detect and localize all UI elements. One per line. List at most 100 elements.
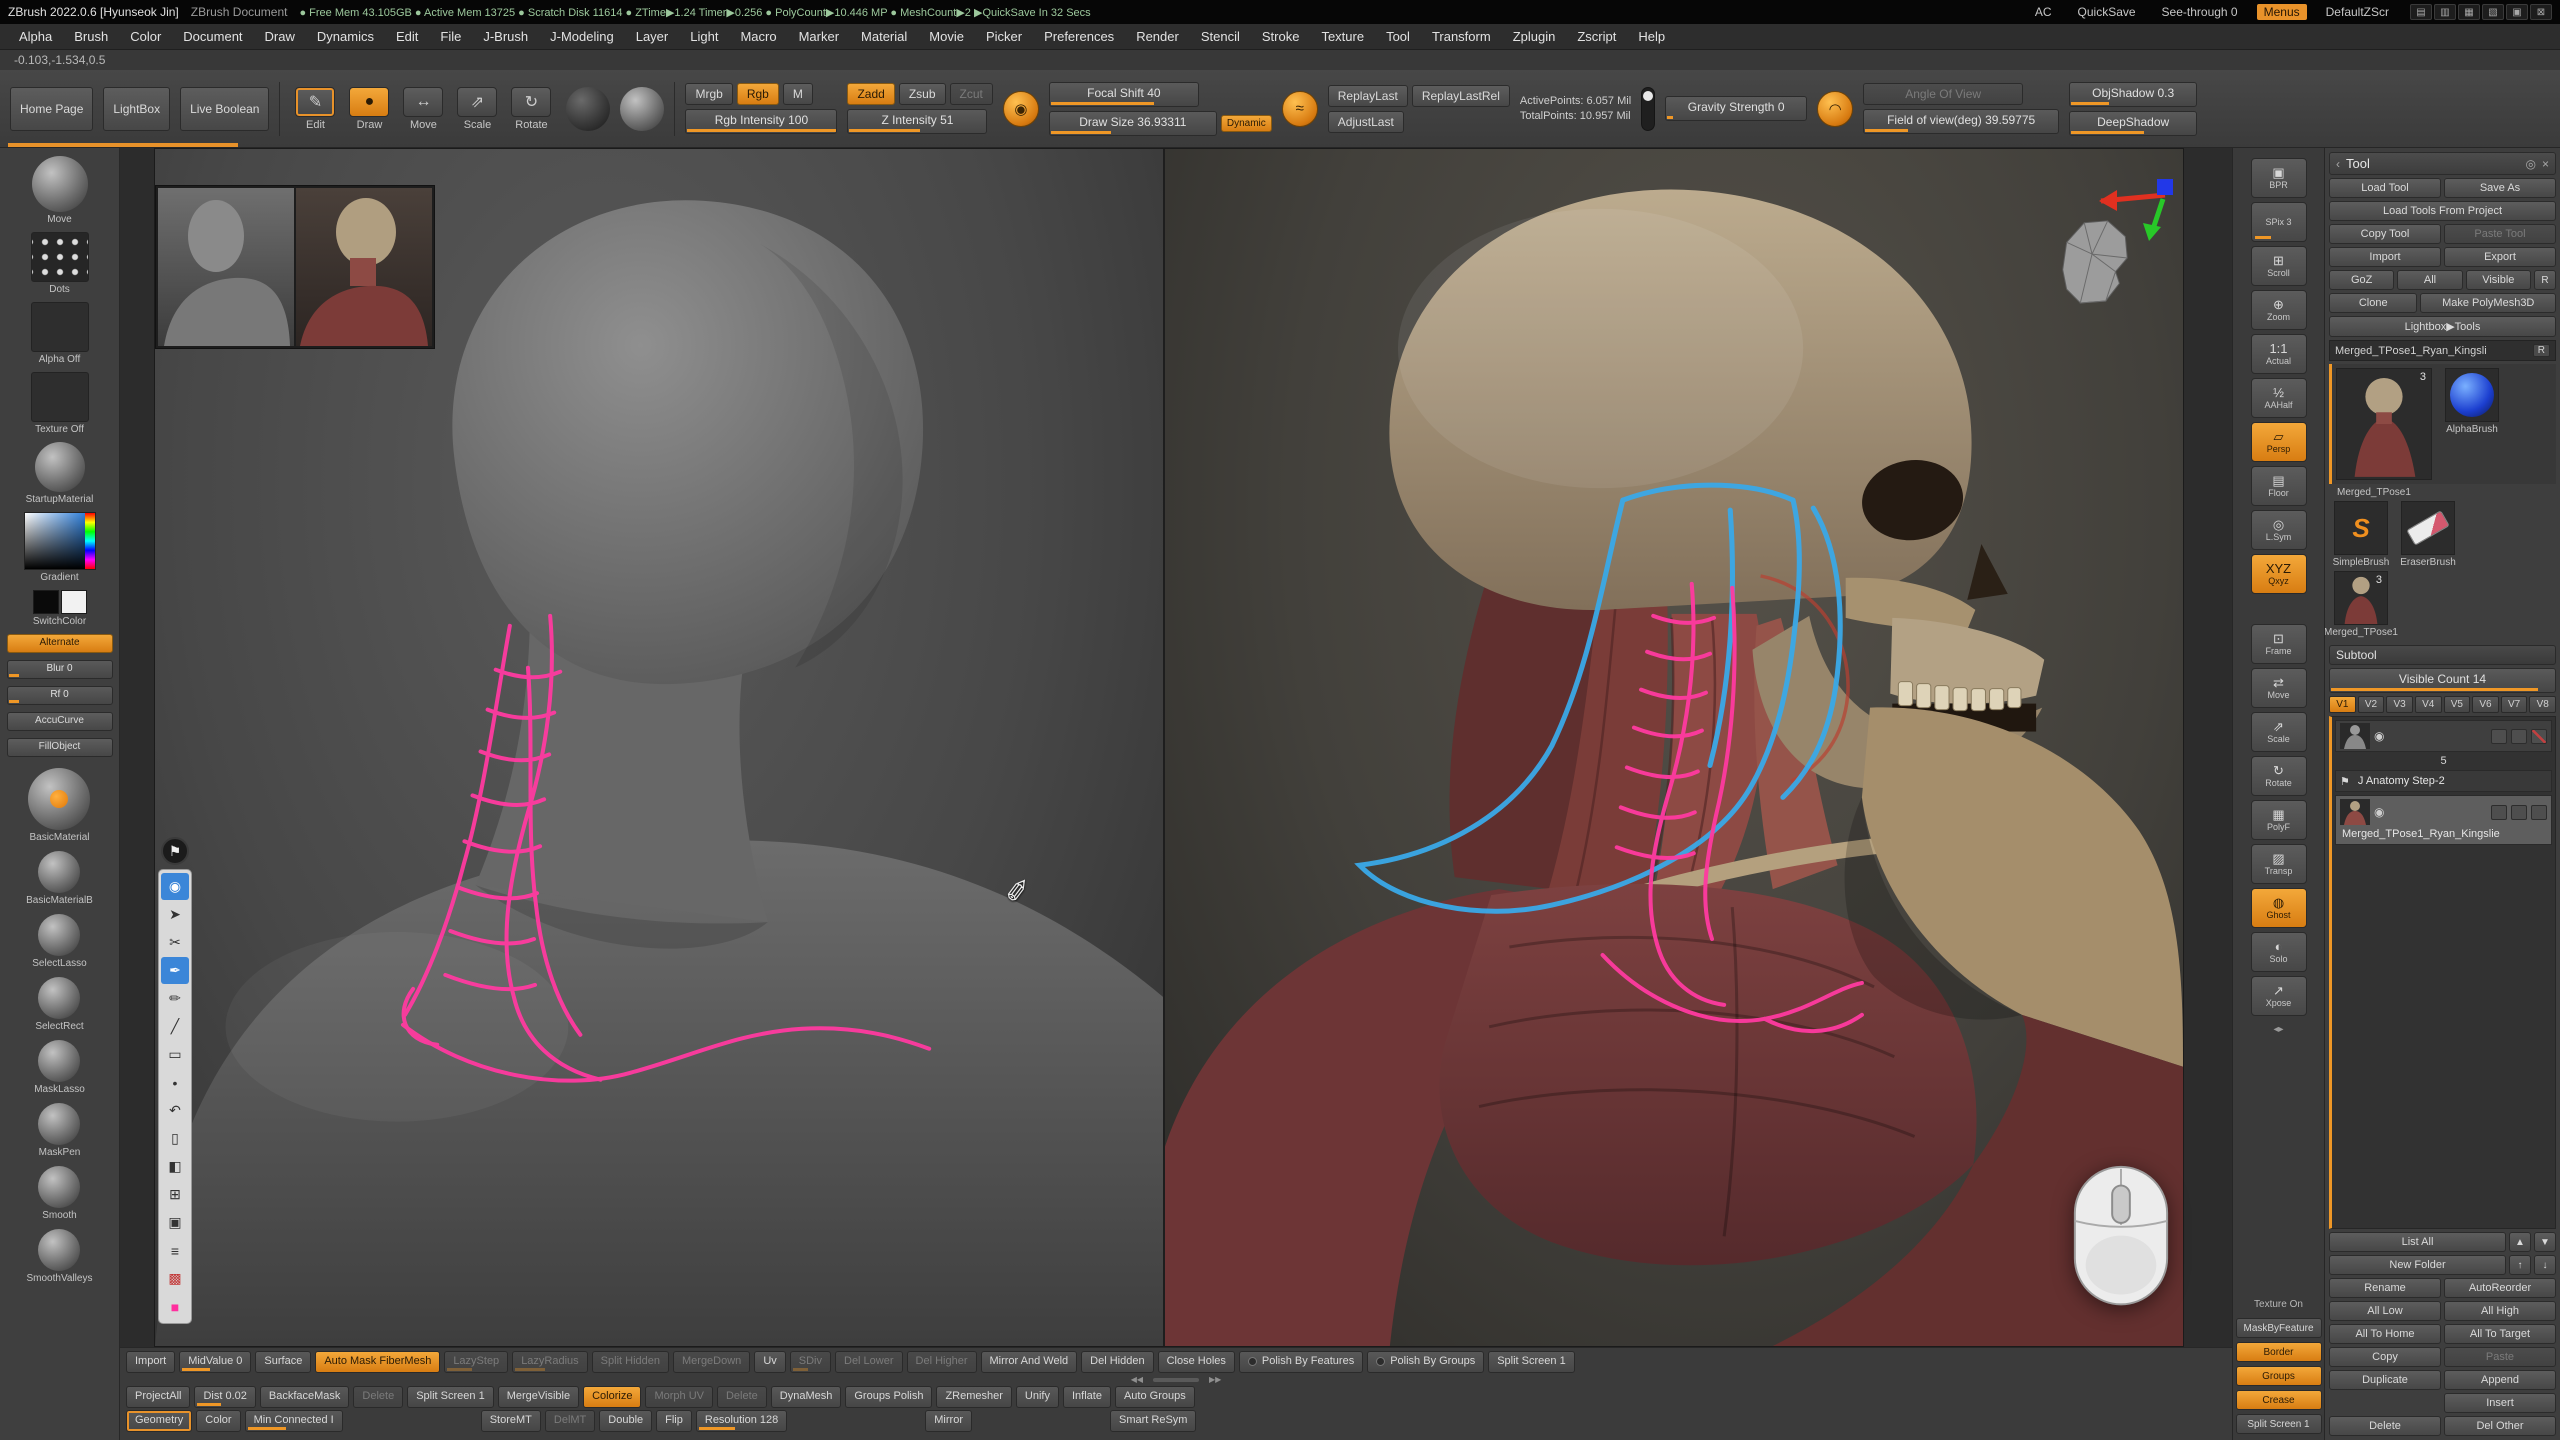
mrgb-button[interactable]: Mrgb: [685, 83, 732, 105]
tray-button[interactable]: Polish By Groups: [1367, 1351, 1484, 1373]
main-color-swatch[interactable]: [33, 590, 59, 614]
polypaint-icon[interactable]: [2491, 805, 2507, 820]
subtool-page-tab[interactable]: V7: [2501, 696, 2528, 713]
subtool-page-tab[interactable]: V3: [2386, 696, 2413, 713]
accucurve-button[interactable]: AccuCurve: [7, 712, 113, 731]
mask-by-feature-button[interactable]: MaskByFeature: [2236, 1318, 2322, 1338]
notes-icon[interactable]: ≡: [161, 1237, 189, 1264]
default-zscript-button[interactable]: DefaultZScr: [2319, 4, 2396, 20]
all-to-target-button[interactable]: All To Target: [2444, 1324, 2556, 1344]
canvas-area[interactable]: ⚑ ◉➤✂✒✏╱▭•↶▯◧⊞▣≡▩■ ✐: [120, 148, 2232, 1347]
tray-pager[interactable]: ◀◀ ▶▶: [126, 1375, 2226, 1384]
tray-button[interactable]: MergeVisible: [498, 1386, 579, 1408]
tray-button[interactable]: Morph UV: [645, 1386, 713, 1408]
polypaint-icon[interactable]: [2491, 729, 2507, 744]
goz-visible-button[interactable]: Visible: [2466, 270, 2531, 290]
import-button[interactable]: Import: [2329, 247, 2441, 267]
line-icon[interactable]: ╱: [161, 1013, 189, 1040]
ghost-button[interactable]: ◍ Ghost: [2251, 888, 2307, 928]
export-button[interactable]: Export: [2444, 247, 2556, 267]
tray-button[interactable]: Color: [196, 1410, 240, 1432]
split-screen-button[interactable]: Split Screen 1: [2236, 1414, 2322, 1434]
groups-button[interactable]: Groups: [2236, 1366, 2322, 1386]
stroke-type-thumbnail[interactable]: [31, 232, 89, 282]
solo-button[interactable]: ◐ Solo: [2251, 932, 2307, 972]
subtool-page-tab[interactable]: V6: [2472, 696, 2499, 713]
fillobject-button[interactable]: FillObject: [7, 738, 113, 757]
tray-button[interactable]: Groups Polish: [845, 1386, 932, 1408]
draw-size-icon[interactable]: ◉: [1003, 91, 1039, 127]
rf-slider[interactable]: Rf 0: [7, 686, 113, 705]
tray-button[interactable]: Split Screen 1: [1488, 1351, 1574, 1373]
eye-icon[interactable]: ◉: [161, 873, 189, 900]
tray-button[interactable]: StoreMT: [481, 1410, 541, 1432]
material-thumbnail[interactable]: [35, 442, 85, 492]
del-other-button[interactable]: Del Other: [2444, 1416, 2556, 1436]
lsym-button[interactable]: ◎ L.Sym: [2251, 510, 2307, 550]
adjust-last-button[interactable]: AdjustLast: [1328, 111, 1404, 133]
tray-button[interactable]: Del Higher: [907, 1351, 977, 1373]
subtool-page-tab[interactable]: V5: [2444, 696, 2471, 713]
pen-icon[interactable]: ✒: [161, 957, 189, 984]
tray-button[interactable]: Auto Mask FiberMesh: [315, 1351, 440, 1373]
menu-item[interactable]: Stencil: [1190, 26, 1251, 47]
gravity-strength-slider[interactable]: Gravity Strength 0: [1665, 96, 1807, 121]
current-material-preview[interactable]: [620, 87, 664, 131]
zsub-button[interactable]: Zsub: [899, 83, 946, 105]
tray-button[interactable]: Resolution 128: [696, 1410, 787, 1432]
tool-palette-header[interactable]: ‹ Tool ◎ ×: [2329, 152, 2556, 175]
subtool-page-tab[interactable]: V1: [2329, 696, 2356, 713]
goz-r-button[interactable]: R: [2534, 270, 2556, 290]
menu-item[interactable]: J-Modeling: [539, 26, 625, 47]
tray-button[interactable]: Min Connected I: [245, 1410, 343, 1432]
menu-item[interactable]: J-Brush: [472, 26, 539, 47]
tray-button[interactable]: Unify: [1016, 1386, 1059, 1408]
tray-button[interactable]: Surface: [255, 1351, 311, 1373]
paste-tool-button[interactable]: Paste Tool: [2444, 224, 2556, 244]
rgb-intensity-slider[interactable]: Rgb Intensity 100: [685, 109, 837, 134]
menu-item[interactable]: Texture: [1310, 26, 1375, 47]
render-off-icon[interactable]: [2531, 729, 2547, 744]
uv-icon[interactable]: [2511, 729, 2527, 744]
polyframe-button[interactable]: ▦ PolyF: [2251, 800, 2307, 840]
replay-last-button[interactable]: ReplayLast: [1328, 85, 1408, 107]
angle-of-view-icon[interactable]: ◠: [1817, 91, 1853, 127]
tray-button[interactable]: LazyRadius: [512, 1351, 587, 1373]
tray-button[interactable]: BackfaceMask: [260, 1386, 350, 1408]
field-of-view-slider[interactable]: Field of view(deg) 39.59775: [1863, 109, 2059, 134]
simplebrush-thumbnail[interactable]: S: [2334, 501, 2388, 555]
menu-item[interactable]: Dynamics: [306, 26, 385, 47]
copy-subtool-button[interactable]: Copy: [2329, 1347, 2441, 1367]
menu-item[interactable]: Draw: [254, 26, 306, 47]
menu-item[interactable]: Light: [679, 26, 729, 47]
menu-item[interactable]: Layer: [625, 26, 680, 47]
panels-icon[interactable]: ▥: [2434, 4, 2456, 20]
quick-slot[interactable]: MaskLasso: [34, 1040, 85, 1095]
menu-item[interactable]: Color: [119, 26, 172, 47]
tray-button[interactable]: Del Lower: [835, 1351, 903, 1373]
color-grid-icon[interactable]: ▩: [161, 1265, 189, 1292]
transpose-rotate-button[interactable]: ↻ Rotate: [2251, 756, 2307, 796]
subtool-thumbnail[interactable]: [2340, 799, 2370, 825]
active-tool-bar[interactable]: Merged_TPose1_Ryan_Kingsli R: [2329, 340, 2556, 361]
menu-item[interactable]: Marker: [788, 26, 850, 47]
point-icon[interactable]: •: [161, 1069, 189, 1096]
edit-mode-button[interactable]: ✎ Edit: [290, 87, 340, 131]
capture-icon[interactable]: ⊞: [161, 1181, 189, 1208]
angle-of-view-button[interactable]: Angle Of View: [1863, 83, 2023, 105]
tray-button[interactable]: Split Hidden: [592, 1351, 669, 1373]
secondary-color-swatch[interactable]: [61, 590, 87, 614]
floor-button[interactable]: ▤ Floor: [2251, 466, 2307, 506]
subtool-item-selected[interactable]: ◉ Merged_TPose1_Ryan_Kingslie: [2335, 795, 2552, 845]
alpha-thumbnail[interactable]: [31, 302, 89, 352]
zadd-button[interactable]: Zadd: [847, 83, 894, 105]
undo-icon[interactable]: ↶: [161, 1097, 189, 1124]
tray-button[interactable]: ZRemesher: [936, 1386, 1011, 1408]
obj-shadow-slider[interactable]: ObjShadow 0.3: [2069, 82, 2197, 107]
pin-icon[interactable]: ◎: [2526, 157, 2536, 171]
grid-icon[interactable]: ▦: [2458, 4, 2480, 20]
hue-strip[interactable]: [85, 513, 95, 569]
maximize-icon[interactable]: ▣: [2506, 4, 2528, 20]
split-view-icon[interactable]: ▧: [2482, 4, 2504, 20]
blur-slider[interactable]: Blur 0: [7, 660, 113, 679]
